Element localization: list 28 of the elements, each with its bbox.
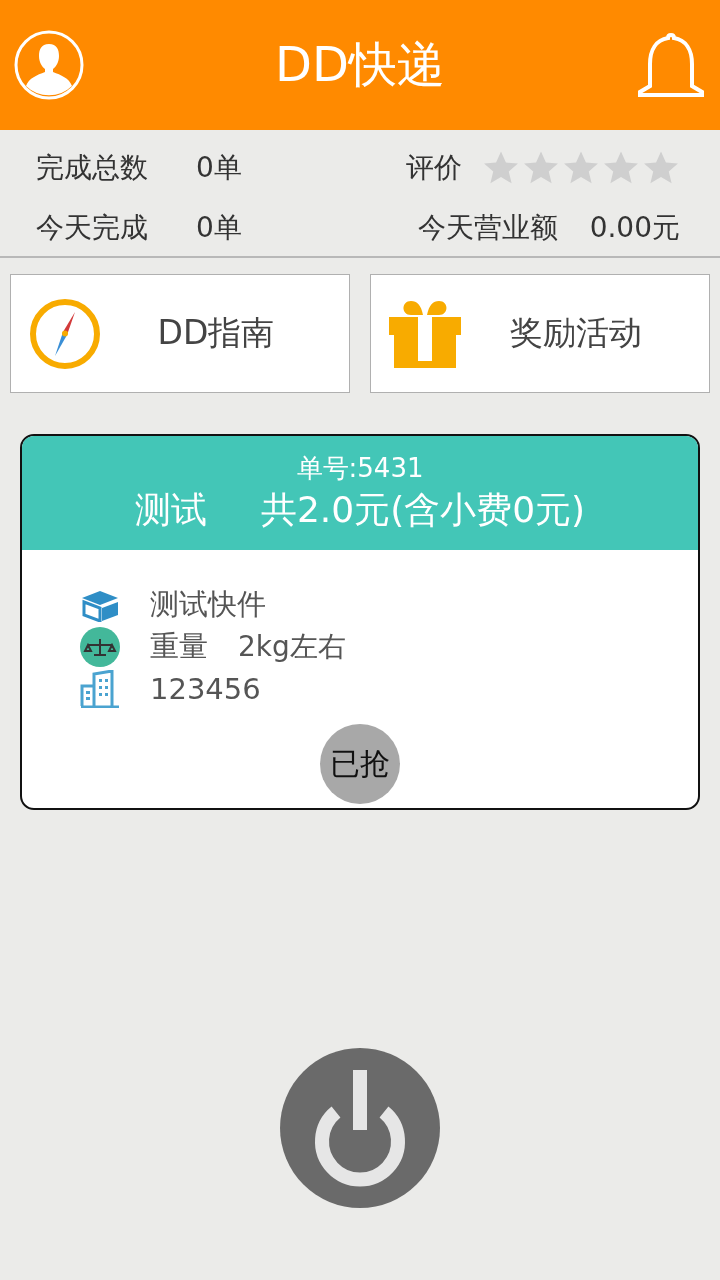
weight-label: 重量 (150, 629, 208, 663)
stat-label: 完成总数 (36, 150, 149, 186)
rating-label: 评价 (406, 150, 462, 186)
building-icon (80, 670, 120, 708)
stat-label: 今天营业额 (417, 210, 558, 246)
box-icon (80, 588, 120, 622)
stat-value: 0.00元 (589, 210, 680, 246)
weight-value: 2kg左右 (238, 630, 346, 663)
status-button[interactable]: 已抢 (320, 724, 400, 804)
stat-value: 0单 (196, 150, 243, 186)
order-name: 测试 (134, 488, 207, 532)
scale-icon (80, 627, 120, 667)
shortcut-label: DD指南 (156, 312, 276, 354)
shortcut-card[interactable]: 奖励活动 (370, 274, 710, 393)
stat-label: 今天完成 (36, 210, 149, 246)
item-name: 测试快件 (150, 586, 266, 623)
power-button[interactable] (280, 1048, 440, 1208)
order-number: 单号:5431 (296, 452, 424, 485)
compass-icon (29, 297, 101, 370)
address-text: 123456 (150, 672, 261, 706)
shortcut-card[interactable]: DD指南 (10, 274, 350, 393)
order-price: 共2.0元(含小费0元) (260, 488, 586, 532)
stat-value: 0单 (196, 210, 243, 246)
shortcut-label: 奖励活动 (509, 312, 643, 354)
app-title: DD快递 (275, 35, 445, 94)
bell-icon[interactable] (636, 33, 706, 97)
avatar-icon[interactable] (14, 30, 84, 100)
gift-icon (389, 298, 461, 369)
